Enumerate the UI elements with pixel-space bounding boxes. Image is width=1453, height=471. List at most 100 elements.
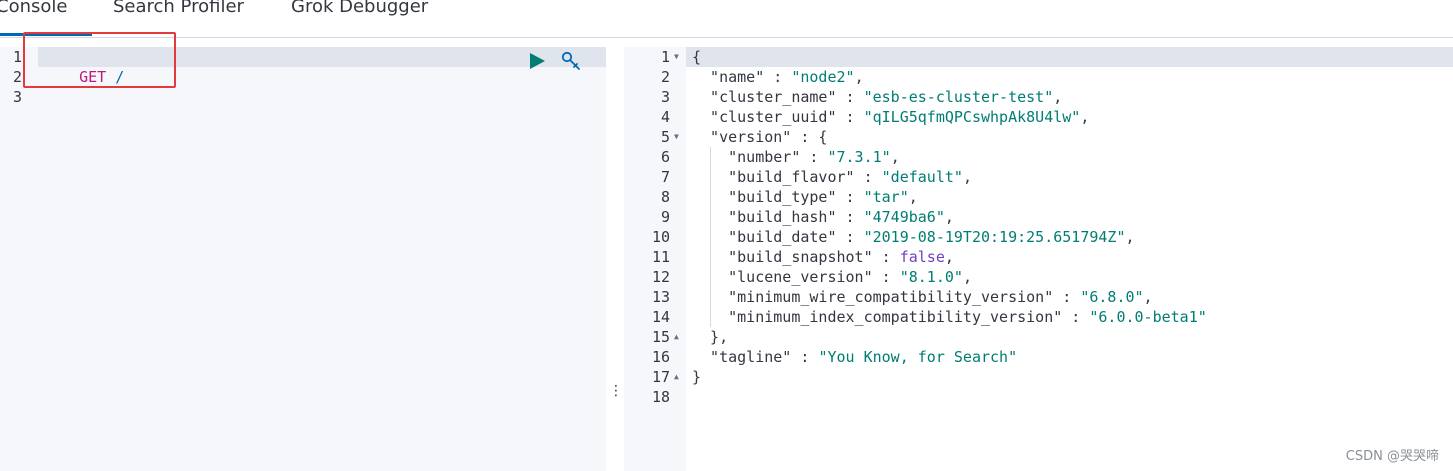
app-tabs: Console Search Profiler Grok Debugger bbox=[0, 0, 1453, 38]
response-line: "build_date" : "2019-08-19T20:19:25.6517… bbox=[692, 227, 1135, 247]
response-line-number: 10 bbox=[651, 228, 670, 246]
response-line-number: 2 bbox=[660, 68, 670, 86]
json-token: "build_snapshot" bbox=[692, 248, 873, 266]
response-line: }, bbox=[692, 327, 728, 347]
response-line: "build_snapshot" : false, bbox=[692, 247, 954, 267]
response-line-number: 16 bbox=[651, 348, 670, 366]
response-line-number: 7 bbox=[660, 168, 670, 186]
response-line-number: 15 bbox=[651, 328, 670, 346]
json-token: , bbox=[1143, 288, 1153, 306]
response-line-number: 8 bbox=[660, 188, 670, 206]
response-line-number: 9 bbox=[660, 208, 670, 226]
json-token: "tar" bbox=[863, 188, 909, 206]
json-token: : bbox=[872, 248, 900, 266]
json-token: "build_hash" bbox=[692, 208, 837, 226]
json-token: "minimum_index_compatibility_version" bbox=[692, 308, 1063, 326]
json-token: : bbox=[872, 268, 900, 286]
json-token: "build_date" bbox=[692, 228, 837, 246]
response-line-number: 13 bbox=[651, 288, 670, 306]
response-line: "name" : "node2", bbox=[692, 67, 864, 87]
json-token: , bbox=[908, 188, 918, 206]
response-line-number: 4 bbox=[660, 108, 670, 126]
response-line: "cluster_name" : "esb-es-cluster-test", bbox=[692, 87, 1062, 107]
response-line-number: 5 bbox=[660, 128, 670, 146]
request-gutter: 1 2 3 bbox=[0, 47, 38, 471]
json-token: : bbox=[836, 188, 864, 206]
json-token: , bbox=[944, 248, 954, 266]
response-line-number: 17 bbox=[651, 368, 670, 386]
json-token: : bbox=[836, 208, 864, 226]
response-line-number: 14 bbox=[651, 308, 670, 326]
json-token: : bbox=[800, 148, 828, 166]
response-line: "minimum_wire_compatibility_version" : "… bbox=[692, 287, 1153, 307]
request-empty-area bbox=[38, 67, 606, 471]
json-token: "node2" bbox=[791, 68, 855, 86]
response-line: "tagline" : "You Know, for Search" bbox=[692, 347, 1017, 367]
json-token: "qILG5qfmQPCswhpAk8U4lw" bbox=[863, 108, 1081, 126]
watermark: CSDN @哭哭啼 bbox=[1345, 449, 1439, 464]
json-token: , bbox=[890, 148, 900, 166]
json-token: : bbox=[836, 108, 864, 126]
json-token: } bbox=[692, 368, 702, 386]
json-token: "minimum_wire_compatibility_version" bbox=[692, 288, 1054, 306]
json-token: , bbox=[962, 268, 972, 286]
caret-icon[interactable]: ▲ bbox=[674, 327, 679, 347]
request-line-number: 1 bbox=[12, 48, 22, 66]
caret-icon[interactable]: ▼ bbox=[674, 127, 679, 147]
json-token: "number" bbox=[692, 148, 801, 166]
caret-icon[interactable]: ▲ bbox=[674, 367, 679, 387]
response-line: "build_type" : "tar", bbox=[692, 187, 918, 207]
response-line: { bbox=[692, 47, 701, 67]
json-token: }, bbox=[692, 328, 729, 346]
json-token: , bbox=[1053, 88, 1063, 106]
json-token: , bbox=[1125, 228, 1135, 246]
json-token: : bbox=[836, 88, 864, 106]
json-token: "6.8.0" bbox=[1080, 288, 1144, 306]
response-line-number: 6 bbox=[660, 148, 670, 166]
response-line: "cluster_uuid" : "qILG5qfmQPCswhpAk8U4lw… bbox=[692, 107, 1089, 127]
indent-guide bbox=[710, 147, 711, 327]
json-token: : bbox=[1053, 288, 1081, 306]
json-token: , bbox=[854, 68, 864, 86]
pane-resizer[interactable] bbox=[606, 47, 624, 471]
json-token: "name" bbox=[692, 68, 765, 86]
request-line-number: 3 bbox=[12, 88, 22, 106]
response-line: } bbox=[692, 367, 701, 387]
json-token: : bbox=[764, 68, 792, 86]
request-editor[interactable]: 1 2 3 GET / bbox=[0, 47, 606, 471]
tab-search-profiler[interactable]: Search Profiler bbox=[113, 0, 244, 17]
json-token: { bbox=[692, 48, 702, 66]
json-token: "6.0.0-beta1" bbox=[1089, 308, 1207, 326]
json-token: , bbox=[962, 168, 972, 186]
json-token: "cluster_uuid" bbox=[692, 108, 837, 126]
json-token: "version" bbox=[692, 128, 792, 146]
json-token: false bbox=[899, 248, 945, 266]
annotation-highlight-box bbox=[23, 32, 176, 88]
json-token: : { bbox=[791, 128, 828, 146]
json-token: "cluster_name" bbox=[692, 88, 837, 106]
json-token: "4749ba6" bbox=[863, 208, 945, 226]
json-token: : bbox=[836, 228, 864, 246]
tab-grok-debugger[interactable]: Grok Debugger bbox=[291, 0, 428, 17]
json-token: "7.3.1" bbox=[827, 148, 891, 166]
request-line-number: 2 bbox=[12, 68, 22, 86]
response-line-number: 3 bbox=[660, 88, 670, 106]
wrench-icon[interactable] bbox=[560, 50, 582, 72]
response-line: "version" : { bbox=[692, 127, 827, 147]
response-line-number: 1 bbox=[660, 48, 670, 66]
response-content: { "name" : "node2", "cluster_name" : "es… bbox=[692, 47, 1453, 471]
tab-console[interactable]: Console bbox=[0, 0, 67, 17]
json-token: "You Know, for Search" bbox=[818, 348, 1018, 366]
json-token: "2019-08-19T20:19:25.651794Z" bbox=[863, 228, 1126, 246]
caret-icon[interactable]: ▼ bbox=[674, 47, 679, 67]
response-line-number: 11 bbox=[651, 248, 670, 266]
response-line: "build_flavor" : "default", bbox=[692, 167, 972, 187]
response-line: "minimum_index_compatibility_version" : … bbox=[692, 307, 1207, 327]
response-line-number: 18 bbox=[651, 388, 670, 406]
vertical-ellipsis-icon[interactable]: ⋮ bbox=[609, 384, 623, 398]
json-token: "esb-es-cluster-test" bbox=[863, 88, 1054, 106]
json-token: , bbox=[944, 208, 954, 226]
play-icon[interactable] bbox=[528, 52, 546, 70]
json-token: : bbox=[1062, 308, 1090, 326]
json-token: "build_flavor" bbox=[692, 168, 855, 186]
